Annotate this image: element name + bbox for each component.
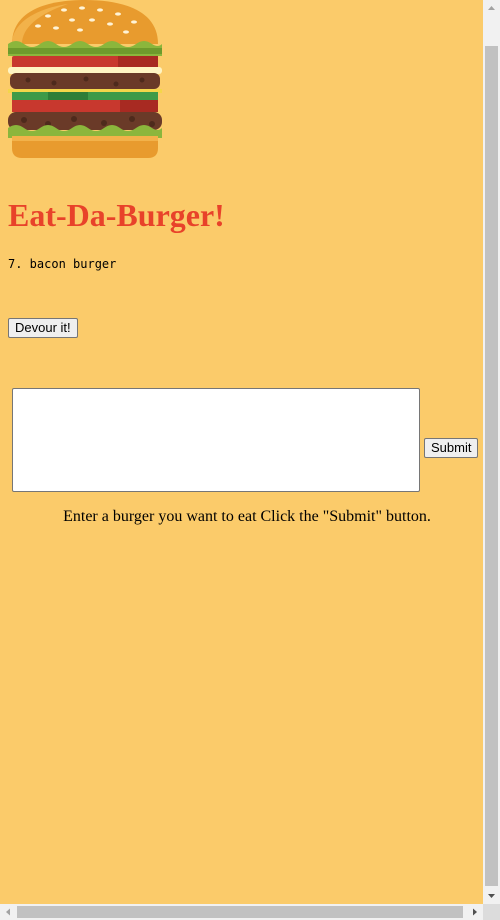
vertical-scrollbar-thumb[interactable] [485,46,498,886]
burger-list-item: 7. bacon burger [8,257,117,271]
instructions-text: Enter a burger you want to eat Click the… [63,508,431,525]
scroll-down-arrow-icon[interactable] [483,887,500,904]
horizontal-scrollbar[interactable] [0,904,483,920]
page-title: Eat-Da-Burger! [8,197,225,233]
burger-logo-icon [8,0,162,158]
page-viewport: Eat-Da-Burger! 7. bacon burger Devour it… [0,0,483,904]
scroll-left-arrow-icon[interactable] [0,904,16,920]
vertical-scrollbar[interactable] [483,0,500,904]
scrollbar-corner [483,904,500,920]
submit-button[interactable]: Submit [424,438,479,458]
horizontal-scrollbar-thumb[interactable] [17,906,463,918]
scroll-right-arrow-icon[interactable] [467,904,483,920]
scroll-up-arrow-icon[interactable] [483,0,500,17]
burger-name-input[interactable] [12,388,420,492]
devour-button[interactable]: Devour it! [8,318,78,338]
